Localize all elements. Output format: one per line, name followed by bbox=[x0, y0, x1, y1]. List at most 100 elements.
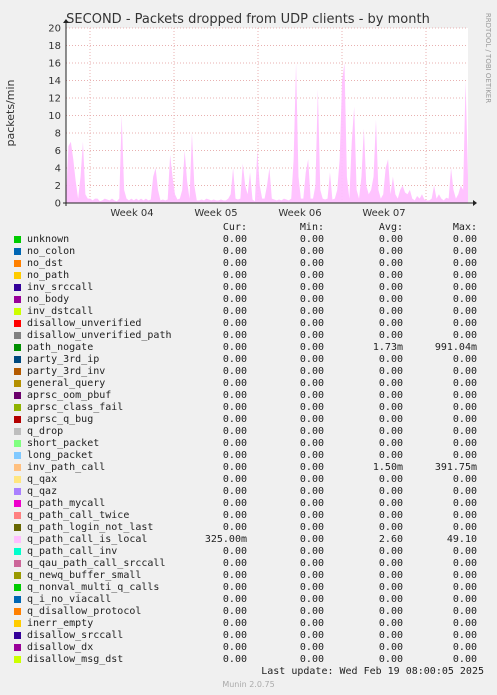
legend-row: unknown 0.00 0.00 0.00 0.00 bbox=[0, 234, 497, 246]
legend-swatch bbox=[14, 284, 21, 291]
y-tick-label: 16 bbox=[48, 59, 61, 70]
legend-row: q_path_call_is_local 325.00m 0.00 2.60 49.10 bbox=[0, 534, 497, 546]
legend-rows: unknown 0.00 0.00 0.00 0.00 no_colon 0.00 0.00 0… bbox=[0, 234, 497, 666]
legend-name: disallow_msg_dst bbox=[27, 654, 124, 665]
legend-avg: 0.00 bbox=[378, 582, 403, 593]
legend-name: aprsc_oom_pbuf bbox=[27, 390, 112, 401]
legend-row: q_path_mycall 0.00 0.00 0.00 0.00 bbox=[0, 498, 497, 510]
legend: Cur: Min: Avg: Max: unknown 0.00 0.00 0.00 0… bbox=[0, 222, 497, 666]
header-min: Min: bbox=[299, 222, 324, 233]
legend-avg: 1.73m bbox=[372, 342, 403, 353]
legend-max: 0.00 bbox=[452, 330, 477, 341]
legend-max: 0.00 bbox=[452, 246, 477, 257]
legend-name: q_path_login_not_last bbox=[27, 522, 154, 533]
legend-cur: 0.00 bbox=[222, 294, 247, 305]
legend-row: party_3rd_ip 0.00 0.00 0.00 0.00 bbox=[0, 354, 497, 366]
legend-avg: 0.00 bbox=[378, 498, 403, 509]
legend-max: 0.00 bbox=[452, 570, 477, 581]
legend-swatch bbox=[14, 296, 21, 303]
legend-name: no_dst bbox=[27, 258, 64, 269]
legend-cur: 0.00 bbox=[222, 342, 247, 353]
legend-swatch bbox=[14, 272, 21, 279]
legend-row: inv_dstcall 0.00 0.00 0.00 0.00 bbox=[0, 306, 497, 318]
legend-cur: 0.00 bbox=[222, 402, 247, 413]
legend-min: 0.00 bbox=[299, 306, 324, 317]
legend-max: 0.00 bbox=[452, 522, 477, 533]
legend-swatch bbox=[14, 452, 21, 459]
legend-cur: 0.00 bbox=[222, 318, 247, 329]
legend-max: 0.00 bbox=[452, 594, 477, 605]
legend-max: 49.10 bbox=[446, 534, 477, 545]
legend-avg: 0.00 bbox=[378, 570, 403, 581]
y-tick-label: 0 bbox=[55, 199, 61, 210]
chart-title: SECOND - Packets dropped from UDP client… bbox=[66, 12, 430, 27]
legend-name: q_qau_path_call_srccall bbox=[27, 558, 166, 569]
legend-swatch bbox=[14, 644, 21, 651]
legend-avg: 0.00 bbox=[378, 234, 403, 245]
legend-avg: 0.00 bbox=[378, 414, 403, 425]
legend-max: 0.00 bbox=[452, 498, 477, 509]
legend-swatch bbox=[14, 476, 21, 483]
x-tick-labels: Week 04 Week 05 Week 06 Week 07 bbox=[110, 208, 405, 219]
legend-cur: 0.00 bbox=[222, 270, 247, 281]
legend-row: no_colon 0.00 0.00 0.00 0.00 bbox=[0, 246, 497, 258]
legend-row: q_nonval_multi_q_calls 0.00 0.00 0.00 0.00 bbox=[0, 582, 497, 594]
x-axis-arrow bbox=[473, 200, 477, 206]
legend-min: 0.00 bbox=[299, 270, 324, 281]
legend-name: q_drop bbox=[27, 426, 64, 437]
legend-name: aprsc_q_bug bbox=[27, 414, 94, 425]
legend-swatch bbox=[14, 464, 21, 471]
y-tick-label: 14 bbox=[48, 76, 61, 87]
legend-row: disallow_msg_dst 0.00 0.00 0.00 0.00 bbox=[0, 654, 497, 666]
legend-max: 0.00 bbox=[452, 402, 477, 413]
legend-avg: 0.00 bbox=[378, 246, 403, 257]
legend-min: 0.00 bbox=[299, 330, 324, 341]
last-update: Last update: Wed Feb 19 08:00:05 2025 bbox=[261, 666, 484, 677]
legend-avg: 0.00 bbox=[378, 426, 403, 437]
legend-avg: 0.00 bbox=[378, 282, 403, 293]
legend-name: q_qaz bbox=[27, 486, 58, 497]
legend-max: 0.00 bbox=[452, 306, 477, 317]
legend-name: no_body bbox=[27, 294, 70, 305]
legend-min: 0.00 bbox=[299, 450, 324, 461]
legend-swatch bbox=[14, 572, 21, 579]
legend-cur: 0.00 bbox=[222, 630, 247, 641]
legend-max: 0.00 bbox=[452, 294, 477, 305]
legend-avg: 0.00 bbox=[378, 366, 403, 377]
legend-avg: 0.00 bbox=[378, 318, 403, 329]
legend-row: q_i_no_viacall 0.00 0.00 0.00 0.00 bbox=[0, 594, 497, 606]
legend-min: 0.00 bbox=[299, 282, 324, 293]
legend-max: 0.00 bbox=[452, 390, 477, 401]
legend-cur: 0.00 bbox=[222, 570, 247, 581]
x-tick-label: Week 05 bbox=[194, 208, 237, 219]
legend-avg: 0.00 bbox=[378, 354, 403, 365]
legend-cur: 0.00 bbox=[222, 282, 247, 293]
legend-min: 0.00 bbox=[299, 558, 324, 569]
legend-name: party_3rd_ip bbox=[27, 354, 100, 365]
legend-swatch bbox=[14, 260, 21, 267]
legend-row: q_drop 0.00 0.00 0.00 0.00 bbox=[0, 426, 497, 438]
legend-name: q_newq_buffer_small bbox=[27, 570, 142, 581]
legend-cur: 0.00 bbox=[222, 390, 247, 401]
legend-avg: 0.00 bbox=[378, 330, 403, 341]
legend-cur: 0.00 bbox=[222, 414, 247, 425]
legend-swatch bbox=[14, 380, 21, 387]
legend-row: no_body 0.00 0.00 0.00 0.00 bbox=[0, 294, 497, 306]
legend-avg: 0.00 bbox=[378, 510, 403, 521]
legend-name: no_path bbox=[27, 270, 70, 281]
legend-swatch bbox=[14, 236, 21, 243]
legend-min: 0.00 bbox=[299, 354, 324, 365]
legend-min: 0.00 bbox=[299, 390, 324, 401]
legend-max: 0.00 bbox=[452, 486, 477, 497]
legend-swatch bbox=[14, 656, 21, 663]
legend-swatch bbox=[14, 332, 21, 339]
legend-row: q_disallow_protocol 0.00 0.00 0.00 0.00 bbox=[0, 606, 497, 618]
legend-swatch bbox=[14, 536, 21, 543]
legend-max: 391.75m bbox=[434, 462, 477, 473]
legend-min: 0.00 bbox=[299, 378, 324, 389]
legend-name: inerr_empty bbox=[27, 618, 94, 629]
legend-row: long_packet 0.00 0.00 0.00 0.00 bbox=[0, 450, 497, 462]
legend-swatch bbox=[14, 248, 21, 255]
legend-cur: 0.00 bbox=[222, 234, 247, 245]
legend-cur: 0.00 bbox=[222, 510, 247, 521]
